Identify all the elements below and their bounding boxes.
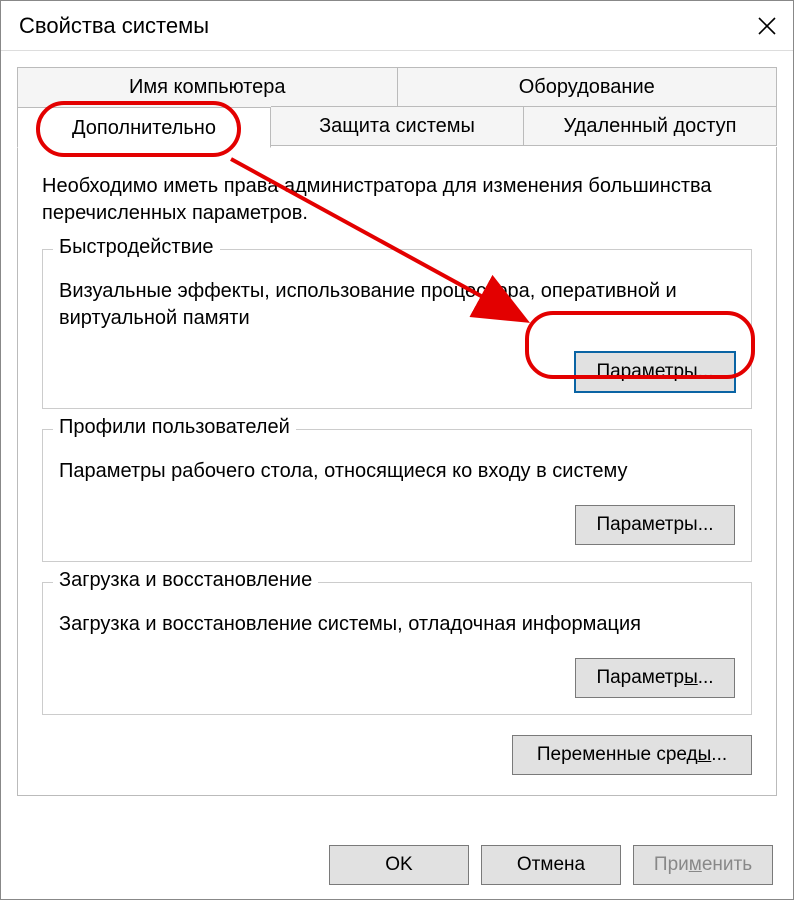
group-actions: Параметры...	[59, 658, 735, 698]
group-legend: Загрузка и восстановление	[53, 569, 318, 592]
tab-advanced[interactable]: Дополнительно	[17, 107, 271, 148]
startup-recovery-settings-button[interactable]: Параметры...	[575, 658, 735, 698]
group-actions: Параметры...	[59, 352, 735, 392]
tab-row-back: Имя компьютера Оборудование	[17, 67, 777, 107]
apply-button[interactable]: Применить	[633, 845, 773, 885]
help-text: Необходимо иметь права администратора дл…	[42, 173, 752, 227]
group-legend: Профили пользователей	[53, 416, 296, 439]
tab-label: Имя компьютера	[129, 68, 285, 106]
tab-label: Защита системы	[319, 107, 475, 145]
system-properties-window: Свойства системы Имя компьютера Оборудов…	[0, 0, 794, 900]
group-user-profiles: Профили пользователей Параметры рабочего…	[42, 429, 752, 562]
tab-label: Дополнительно	[72, 108, 216, 148]
tabs: Имя компьютера Оборудование Дополнительн…	[17, 67, 777, 796]
tab-hardware[interactable]: Оборудование	[398, 67, 778, 107]
cancel-button[interactable]: Отмена	[481, 845, 621, 885]
group-startup-recovery: Загрузка и восстановление Загрузка и вос…	[42, 582, 752, 715]
group-performance: Быстродействие Визуальные эффекты, испол…	[42, 249, 752, 409]
tab-label: Оборудование	[519, 68, 655, 106]
group-legend: Быстродействие	[53, 236, 220, 259]
group-actions: Параметры...	[59, 505, 735, 545]
tab-row-front: Дополнительно Защита системы Удаленный д…	[17, 106, 777, 147]
performance-settings-button[interactable]: Параметры...	[575, 352, 735, 392]
dialog-footer: OK Отмена Применить	[1, 845, 793, 885]
group-desc: Визуальные эффекты, использование процес…	[59, 278, 735, 332]
dialog-body: Имя компьютера Оборудование Дополнительн…	[1, 51, 793, 796]
user-profiles-settings-button[interactable]: Параметры...	[575, 505, 735, 545]
tab-remote[interactable]: Удаленный доступ	[524, 106, 777, 146]
tab-system-protection[interactable]: Защита системы	[271, 106, 524, 146]
ok-button[interactable]: OK	[329, 845, 469, 885]
tab-computer-name[interactable]: Имя компьютера	[17, 67, 398, 107]
group-desc: Загрузка и восстановление системы, отлад…	[59, 611, 735, 638]
window-title: Свойства системы	[19, 13, 209, 39]
close-icon[interactable]	[757, 16, 777, 36]
group-desc: Параметры рабочего стола, относящиеся ко…	[59, 458, 735, 485]
titlebar: Свойства системы	[1, 1, 793, 51]
tab-label: Удаленный доступ	[564, 107, 737, 145]
environment-variables-row: Переменные среды...	[42, 735, 752, 775]
environment-variables-button[interactable]: Переменные среды...	[512, 735, 752, 775]
tab-content-advanced: Необходимо иметь права администратора дл…	[17, 147, 777, 796]
